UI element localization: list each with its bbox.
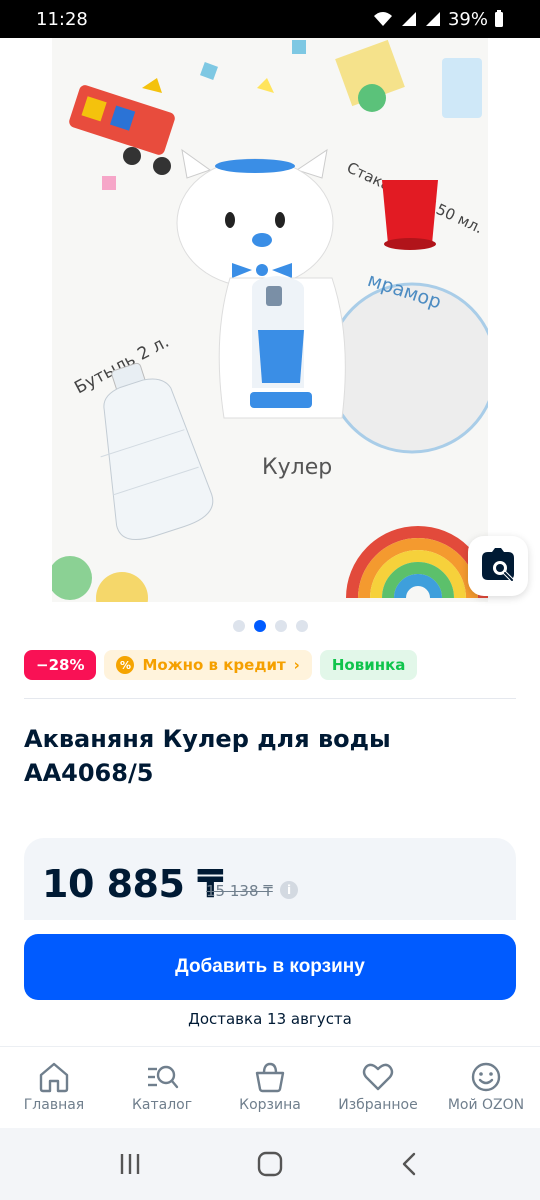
- product-image[interactable]: Стаканчик 150 мл. мрамор Кулер Бутыль 2 …: [52, 38, 488, 602]
- recent-apps-icon[interactable]: [117, 1151, 143, 1177]
- home-icon: [39, 1062, 69, 1093]
- status-bar: 11:28 39%: [0, 0, 540, 38]
- battery-percent: 39%: [447, 8, 488, 30]
- nav-item-my-ozon[interactable]: Мой OZON: [432, 1047, 540, 1128]
- cooler-label: Кулер: [262, 455, 332, 480]
- nav-item-catalog[interactable]: Каталог: [108, 1047, 216, 1128]
- image-search-button[interactable]: [468, 536, 528, 596]
- carousel-dot[interactable]: [295, 620, 308, 632]
- back-icon[interactable]: [397, 1151, 423, 1177]
- status-time: 11:28: [36, 8, 88, 30]
- product-illustration: Стаканчик 150 мл. мрамор Кулер Бутыль 2 …: [52, 39, 488, 602]
- new-badge: Новинка: [319, 650, 418, 680]
- old-price: 15 138 ₸: [206, 882, 273, 900]
- nav-label-home: Главная: [23, 1097, 85, 1113]
- nav-label-my-ozon: Мой OZON: [447, 1097, 525, 1113]
- signal-icon: [401, 12, 416, 26]
- nav-label-catalog: Каталог: [131, 1097, 193, 1113]
- discount-badge: −28%: [24, 650, 97, 680]
- signal-icon-2: [425, 12, 440, 26]
- carousel-dot[interactable]: [274, 620, 287, 632]
- chevron-right-icon: ›: [293, 656, 300, 674]
- nav-label-cart: Корзина: [239, 1097, 301, 1113]
- credit-badge[interactable]: % Можно в кредит ›: [104, 650, 312, 680]
- product-title-line2: AA4068/5: [24, 759, 154, 787]
- basket-icon: [255, 1062, 285, 1093]
- credit-label: Можно в кредит: [142, 656, 286, 674]
- system-nav-bar: [0, 1128, 540, 1200]
- home-button-icon[interactable]: [257, 1151, 283, 1177]
- image-search-icon: [482, 548, 514, 582]
- percent-coin-icon: %: [116, 656, 135, 674]
- price-card: 10 885 ₸ 15 138 ₸ i: [24, 838, 516, 920]
- carousel-dot[interactable]: [232, 620, 245, 632]
- nav-item-favorites[interactable]: Избранное: [324, 1047, 432, 1128]
- nav-label-favorites: Избранное: [338, 1097, 418, 1113]
- profile-smile-icon: [471, 1062, 501, 1092]
- carousel-dot-active[interactable]: [253, 620, 266, 632]
- nav-item-home[interactable]: Главная: [0, 1047, 108, 1128]
- product-title-line1: Акваняня Кулер для воды: [24, 725, 391, 753]
- price: 10 885 ₸: [42, 862, 224, 906]
- bottom-nav: Главная Каталог Корзина Избранное Мой OZ…: [0, 1046, 540, 1128]
- carousel-dots: [0, 620, 540, 632]
- catalog-search-icon: [148, 1065, 179, 1089]
- product-title: Акваняня Кулер для воды AA4068/5: [24, 722, 516, 790]
- wifi-icon: [373, 12, 392, 26]
- badges-row: −28% % Можно в кредит › Новинка: [24, 650, 418, 680]
- status-icons: 39%: [372, 9, 504, 30]
- battery-icon: [495, 10, 503, 27]
- heart-icon: [362, 1063, 394, 1091]
- add-to-cart-button[interactable]: Добавить в корзину: [24, 934, 516, 1000]
- info-icon[interactable]: i: [280, 881, 298, 899]
- nav-item-cart[interactable]: Корзина: [216, 1047, 324, 1128]
- delivery-date: Доставка 13 августа: [188, 1010, 352, 1028]
- divider: [24, 698, 516, 699]
